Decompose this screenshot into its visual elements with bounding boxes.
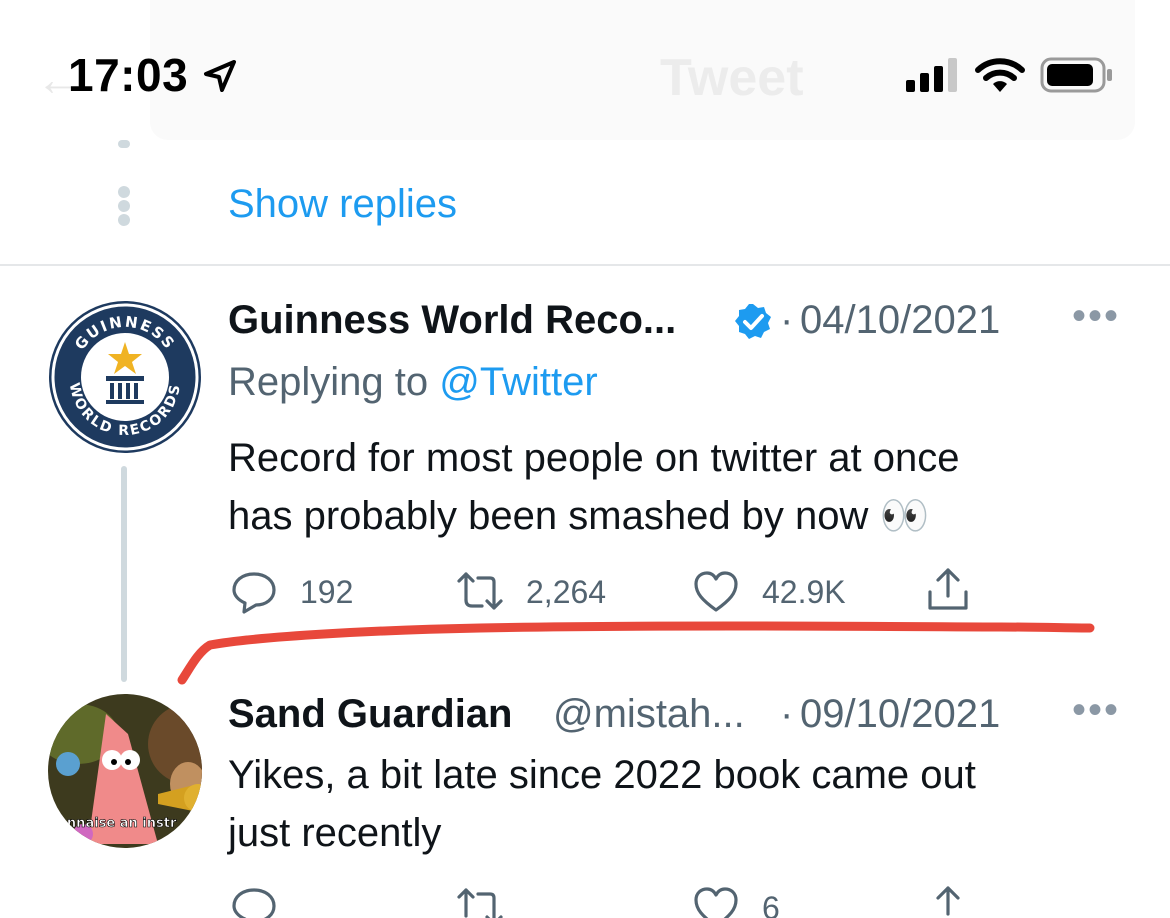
battery-icon: [1040, 57, 1112, 93]
cellular-signal-icon: [906, 58, 957, 92]
tweet-text-line: Yikes, a bit late since 2022 book came o…: [228, 753, 976, 797]
verified-badge-icon: [735, 304, 771, 339]
reply-icon: [232, 888, 276, 918]
share-icon: [928, 568, 968, 610]
wifi-icon: [975, 58, 1025, 92]
tweet-author-name[interactable]: Sand Guardian: [228, 692, 513, 737]
tweet-text: Yikes, a bit late since 2022 book came o…: [228, 746, 976, 862]
thread-line: [121, 466, 127, 682]
replying-to: Replying to @Twitter: [228, 360, 598, 405]
reply-button[interactable]: 192: [230, 568, 353, 616]
retweet-count: 2,264: [526, 573, 607, 610]
reply-button[interactable]: [230, 884, 278, 918]
retweet-button[interactable]: 2,264: [456, 568, 606, 616]
thread-connector-dot: [118, 186, 130, 198]
avatar-caption: onnaise an instr: [58, 816, 177, 831]
replying-to-label: Replying to: [228, 360, 440, 404]
status-bar: Tweet ← 17:03: [0, 0, 1170, 140]
avatar[interactable]: GUINNESS WORLD RECORDS: [48, 300, 202, 454]
share-icon: [936, 886, 960, 916]
like-button[interactable]: 6: [692, 884, 780, 918]
tweet-author-name[interactable]: Guinness World Reco...: [228, 298, 676, 343]
status-time: 17:03: [68, 49, 189, 101]
show-replies-link[interactable]: Show replies: [228, 182, 457, 227]
heart-icon: [694, 887, 738, 918]
tweet-text-line: has probably been smashed by now 👀: [228, 494, 930, 538]
divider: [0, 264, 1170, 266]
tweet-text-line: Record for most people on twitter at onc…: [228, 436, 960, 480]
heart-icon: [694, 571, 738, 612]
share-button[interactable]: [924, 566, 972, 614]
location-arrow-icon: [204, 60, 236, 92]
thread-connector-dot: [118, 140, 130, 148]
reply-count: 192: [300, 573, 354, 610]
like-count: 6: [762, 889, 780, 918]
tweet-separator: ·: [780, 298, 794, 342]
more-options-icon[interactable]: •••: [1072, 294, 1120, 339]
thread-connector-dot: [118, 214, 130, 226]
like-count: 42.9K: [762, 573, 846, 610]
retweet-button[interactable]: [456, 884, 504, 918]
retweet-icon: [457, 888, 503, 918]
share-button[interactable]: [924, 884, 972, 918]
tweet-text-line: just recently: [228, 811, 442, 855]
more-options-icon[interactable]: •••: [1072, 688, 1120, 733]
replying-to-mention[interactable]: @Twitter: [439, 360, 597, 404]
header-title: Tweet: [660, 49, 804, 107]
reply-icon: [232, 572, 276, 614]
retweet-icon: [457, 572, 503, 610]
tweet-separator: ·: [780, 692, 794, 736]
tweet-text: Record for most people on twitter at onc…: [228, 429, 959, 545]
tweet-author-handle[interactable]: @mistah...: [553, 692, 745, 737]
avatar[interactable]: onnaise an instr: [48, 694, 202, 848]
thread-connector-dot: [118, 200, 130, 212]
tweet-date[interactable]: 04/10/2021: [800, 298, 1000, 343]
like-button[interactable]: 42.9K: [692, 568, 846, 616]
tweet-date[interactable]: 09/10/2021: [800, 692, 1000, 737]
